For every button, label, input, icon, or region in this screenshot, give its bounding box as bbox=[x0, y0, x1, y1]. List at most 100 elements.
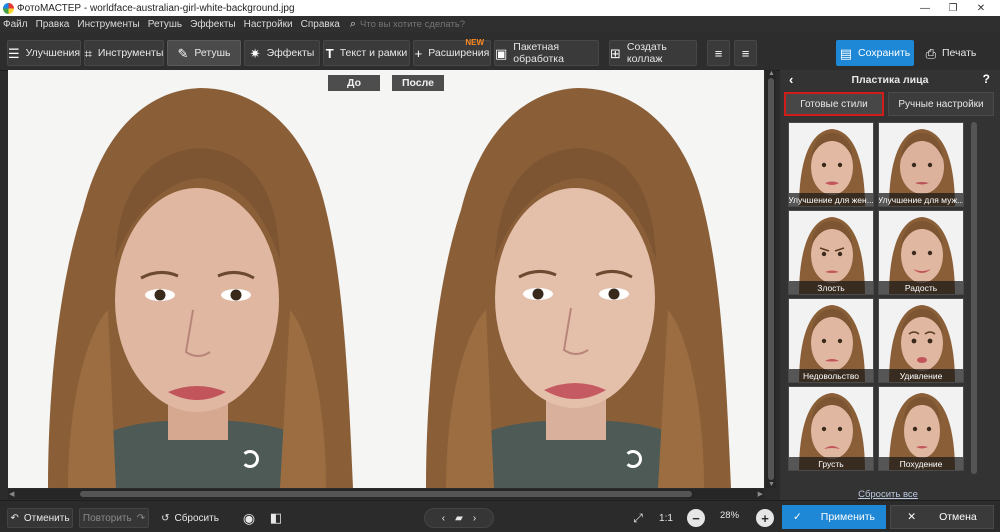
menu-retouch[interactable]: Ретушь bbox=[148, 19, 182, 30]
reset-icon: ↺ bbox=[161, 512, 170, 524]
scroll-left-icon[interactable]: ◀ bbox=[9, 490, 14, 498]
tab-collage[interactable]: ⊞ Создать коллаж bbox=[609, 40, 697, 66]
preset-card[interactable]: Удивление bbox=[878, 298, 964, 383]
print-button[interactable]: ⎙ Печать bbox=[918, 40, 984, 66]
scrollbar-thumb[interactable] bbox=[768, 78, 774, 480]
bottom-bar: ↶ Отменить Повторить ↷ ↺ Сбросить ◉ ◧ ‹ … bbox=[0, 500, 1000, 532]
before-photo[interactable] bbox=[8, 70, 386, 488]
fit-screen-icon: ⤢ bbox=[633, 510, 643, 525]
loading-spinner-icon bbox=[624, 450, 642, 468]
preset-caption: Удивление bbox=[879, 369, 963, 382]
checkmark-icon: ✓ bbox=[792, 511, 802, 523]
preset-caption: Злость bbox=[789, 281, 873, 294]
tab-retouch[interactable]: ✎ Ретушь bbox=[167, 40, 241, 66]
preview-eye-button[interactable]: ◉ bbox=[238, 508, 260, 528]
maximize-button[interactable]: ❐ bbox=[938, 0, 968, 16]
close-icon: ✕ bbox=[907, 511, 917, 523]
save-button[interactable]: ▤ Сохранить bbox=[836, 40, 914, 66]
undo-icon: ↶ bbox=[10, 512, 19, 524]
cancel-button[interactable]: ✕ Отмена bbox=[890, 505, 994, 529]
main-toolbar: ☰ Улучшения ⌗ Инструменты ✎ Ретушь ✷ Эфф… bbox=[0, 33, 1000, 71]
preset-card[interactable]: Грусть bbox=[788, 386, 874, 471]
cancel-label: Отмена bbox=[939, 511, 977, 523]
scroll-right-icon[interactable]: ▶ bbox=[758, 490, 763, 498]
tab-batch[interactable]: ▣ Пакетная обработка bbox=[494, 40, 599, 66]
actual-size-button[interactable]: 1:1 bbox=[655, 508, 677, 528]
loading-spinner-icon bbox=[241, 450, 259, 468]
menu-file[interactable]: Файл bbox=[3, 19, 28, 30]
tab-label: Расширения bbox=[428, 47, 490, 59]
scrollbar-thumb[interactable] bbox=[971, 122, 977, 474]
preset-caption: Улучшение для муж... bbox=[879, 193, 963, 206]
history-add-button[interactable]: ≡ bbox=[707, 40, 730, 66]
panel-scrollbar[interactable] bbox=[971, 122, 977, 474]
horizontal-scrollbar[interactable]: ◀ ▶ bbox=[8, 489, 764, 499]
portrait-image bbox=[386, 70, 764, 488]
folder-icon[interactable]: ▰ bbox=[455, 513, 463, 524]
tab-text-frames[interactable]: T Текст и рамки bbox=[323, 40, 410, 66]
vertical-scrollbar[interactable]: ▲ ▼ bbox=[766, 70, 776, 488]
image-navigator[interactable]: ‹ ▰ › bbox=[424, 508, 494, 528]
tab-ready-styles[interactable]: Готовые стили bbox=[784, 92, 884, 116]
crop-icon: ⌗ bbox=[84, 45, 92, 61]
panel-title: Пластика лица bbox=[851, 74, 929, 86]
collage-icon: ⊞ bbox=[610, 45, 621, 61]
menu-help[interactable]: Справка bbox=[301, 19, 340, 30]
preset-card[interactable]: Радость bbox=[878, 210, 964, 295]
preset-card[interactable]: Улучшение для муж... bbox=[878, 122, 964, 207]
preset-card[interactable]: Похудение bbox=[878, 386, 964, 471]
after-label[interactable]: После bbox=[392, 75, 444, 91]
tab-manual-settings[interactable]: Ручные настройки bbox=[888, 92, 994, 116]
menu-effects[interactable]: Эффекты bbox=[190, 19, 235, 30]
scroll-down-icon[interactable]: ▼ bbox=[768, 481, 775, 488]
tab-label: Текст и рамки bbox=[339, 47, 408, 59]
scroll-up-icon[interactable]: ▲ bbox=[768, 70, 775, 77]
menu-bar: Файл Правка Инструменты Ретушь Эффекты Н… bbox=[0, 16, 1000, 33]
text-icon: T bbox=[325, 45, 334, 61]
zoom-in-button[interactable]: + bbox=[755, 508, 775, 528]
menu-settings[interactable]: Настройки bbox=[244, 19, 293, 30]
preset-caption: Грусть bbox=[789, 457, 873, 470]
eye-icon: ◉ bbox=[242, 509, 256, 526]
tab-label: Улучшения bbox=[25, 47, 81, 59]
search-input[interactable] bbox=[360, 19, 481, 30]
minimize-button[interactable]: — bbox=[910, 0, 940, 16]
tab-enhancements[interactable]: ☰ Улучшения bbox=[7, 40, 81, 66]
tab-label: Ретушь bbox=[194, 47, 231, 59]
compare-button[interactable]: ◧ bbox=[265, 508, 287, 528]
reset-all-link[interactable]: Сбросить все bbox=[780, 489, 996, 500]
tab-effects[interactable]: ✷ Эффекты bbox=[244, 40, 320, 66]
window-title: ФотоМАСТЕР - worldface-australian-girl-w… bbox=[17, 2, 295, 14]
tab-label: Инструменты bbox=[97, 47, 164, 59]
menu-search[interactable]: ⌕ bbox=[350, 18, 481, 31]
scrollbar-thumb[interactable] bbox=[80, 491, 692, 497]
help-icon[interactable]: ? bbox=[983, 72, 990, 86]
preset-caption: Похудение bbox=[879, 457, 963, 470]
apply-button[interactable]: ✓ Применить bbox=[782, 505, 886, 529]
close-button[interactable]: ✕ bbox=[966, 0, 996, 16]
menu-tools[interactable]: Инструменты bbox=[77, 19, 139, 30]
images-icon: ▣ bbox=[495, 45, 508, 61]
tab-tools[interactable]: ⌗ Инструменты bbox=[84, 40, 164, 66]
after-photo[interactable] bbox=[386, 70, 764, 488]
preset-card[interactable]: Недовольство bbox=[788, 298, 874, 383]
photo-canvas[interactable]: До После bbox=[8, 70, 764, 488]
print-label: Печать bbox=[942, 47, 977, 59]
fit-screen-button[interactable]: ⤢ bbox=[628, 508, 648, 528]
menu-edit[interactable]: Правка bbox=[36, 19, 70, 30]
zoom-out-button[interactable]: − bbox=[686, 508, 706, 528]
back-arrow-icon[interactable]: ‹ bbox=[789, 72, 793, 87]
portrait-image bbox=[8, 70, 386, 488]
undo-button[interactable]: ↶ Отменить bbox=[7, 508, 73, 528]
history-download-button[interactable]: ≡ bbox=[734, 40, 757, 66]
next-image-icon[interactable]: › bbox=[473, 513, 476, 524]
preset-card[interactable]: Злость bbox=[788, 210, 874, 295]
tab-extensions[interactable]: + Расширения NEW bbox=[413, 38, 491, 66]
before-label[interactable]: До bbox=[328, 75, 380, 91]
tab-label: Пакетная обработка bbox=[513, 41, 564, 65]
redo-button[interactable]: Повторить ↷ bbox=[79, 508, 149, 528]
preset-card[interactable]: Улучшение для жен... bbox=[788, 122, 874, 207]
prev-image-icon[interactable]: ‹ bbox=[442, 513, 445, 524]
reset-label: Сбросить bbox=[174, 512, 219, 524]
reset-button[interactable]: ↺ Сбросить bbox=[160, 508, 220, 528]
